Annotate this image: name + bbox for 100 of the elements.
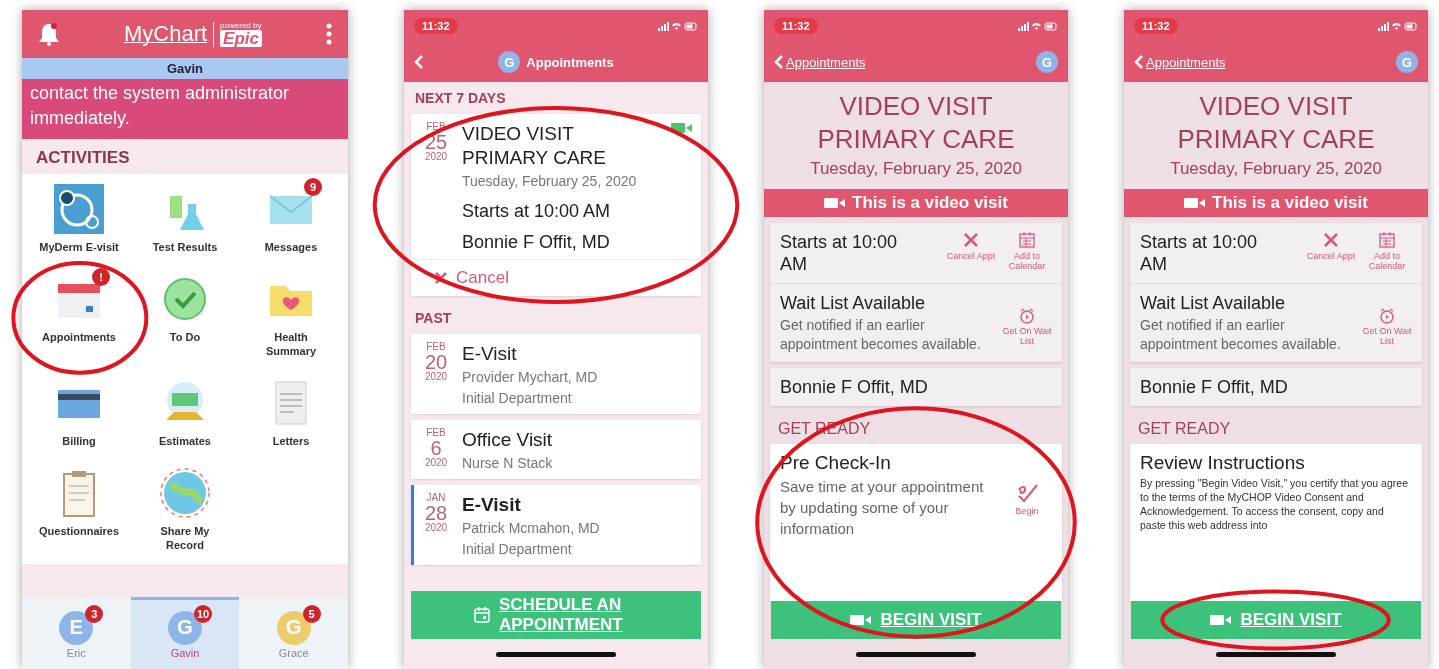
date-month: FEB — [426, 342, 446, 352]
task-description: By pressing "Begin Video Visit," you certify that you agree to the terms of the MyCHOP Video Consent and Acknowledgement. To access the consent, copy and paste this web address into — [1140, 476, 1409, 532]
brand-logo: Epic — [220, 29, 262, 47]
activity-label[interactable]: Health Summary — [251, 330, 331, 358]
calendar-icon — [1378, 231, 1396, 249]
task-title: Review Instructions — [1140, 452, 1306, 474]
action-link[interactable]: Add to Calendar — [1362, 231, 1412, 271]
video-camera-icon — [824, 197, 847, 209]
calendar-icon — [473, 606, 491, 624]
activity-label[interactable]: Questionnaires — [39, 524, 119, 538]
date-year: 2020 — [424, 523, 448, 533]
date-year: 2020 — [424, 372, 448, 382]
cancel-link[interactable]: Cancel — [414, 259, 701, 296]
date-year: 2020 — [424, 152, 448, 162]
status-icons — [658, 20, 698, 32]
task-description: Save time at your appointment by updating some of your information — [780, 477, 985, 539]
app-logo-name: MyChart — [124, 21, 208, 47]
activity-label[interactable]: Test Results — [145, 240, 225, 254]
begin-link[interactable]: Begin — [1002, 482, 1052, 516]
task-card[interactable] — [1130, 444, 1422, 601]
activity-label[interactable]: Estimates — [145, 434, 225, 448]
video-visit-banner: This is a video visit — [1124, 189, 1428, 217]
back-link[interactable]: Appointments — [774, 54, 866, 70]
bell-icon[interactable] — [38, 22, 60, 46]
waitlist-title: Wait List Available — [1140, 292, 1287, 314]
globe-icon — [158, 466, 212, 520]
provider-name: Bonnie F Offit, MD — [780, 376, 928, 398]
activity-label[interactable]: Appointments — [39, 330, 119, 344]
back-chevron-icon — [1134, 54, 1144, 70]
notification-badge: 9 — [304, 178, 322, 196]
activity-label[interactable]: MyDerm E-visit — [39, 240, 119, 254]
status-time: 11:32 — [414, 18, 458, 34]
back-chevron-icon[interactable] — [414, 54, 424, 70]
action-link[interactable]: Cancel Appt — [946, 231, 996, 261]
provider-name: Bonnie F Offit, MD — [462, 232, 611, 253]
notification-badge: ! — [92, 268, 110, 286]
logo-tagline: powered by — [220, 21, 262, 30]
status-time: 11:32 — [774, 18, 818, 34]
appointment-detail: Provider Mychart, MD — [462, 368, 599, 387]
activity-label[interactable]: Share My Record — [145, 524, 225, 552]
appointment-time: Starts at 10:00 AM — [462, 201, 612, 222]
close-icon — [434, 271, 448, 285]
activity-label[interactable]: Billing — [39, 434, 119, 448]
appointment-title: Office Visit — [462, 428, 554, 452]
alarm-clock-icon — [1379, 308, 1395, 324]
date-month: JAN — [426, 493, 446, 503]
action-link[interactable]: Cancel Appt — [1306, 231, 1356, 261]
appointment-detail: Nurse N Stack — [462, 454, 554, 473]
notification-badge: 3 — [85, 604, 104, 623]
start-time: Starts at 10:00 AM — [780, 231, 899, 275]
activity-label[interactable]: Letters — [251, 434, 331, 448]
provider-name: Bonnie F Offit, MD — [1140, 376, 1288, 398]
status-icons — [1018, 20, 1058, 32]
activity-label[interactable]: To Do — [145, 330, 225, 344]
visit-title: VIDEO VISIT PRIMARY CARE — [1176, 90, 1376, 156]
back-chevron-icon — [774, 54, 784, 70]
visit-date: Tuesday, February 25, 2020 — [1170, 159, 1382, 179]
video-visit-banner: This is a video visit — [764, 189, 1068, 217]
account-tab[interactable]: E 3 Eric — [22, 597, 131, 669]
waitlist-link[interactable]: Get On Wait List — [1362, 308, 1412, 346]
action-link[interactable]: Add to Calendar — [1002, 231, 1052, 271]
section-heading: NEXT 7 DAYS — [414, 89, 507, 108]
appointment-title: VIDEO VISIT PRIMARY CARE — [462, 122, 607, 170]
date-year: 2020 — [424, 458, 448, 468]
video-camera-icon — [850, 614, 873, 626]
date-day: 6 — [430, 438, 442, 458]
start-time: Starts at 10:00 AM — [1140, 231, 1259, 275]
alarm-clock-icon — [1019, 308, 1035, 324]
status-time: 11:32 — [1134, 18, 1178, 34]
date-day: 28 — [424, 503, 448, 523]
calendar-icon — [1018, 231, 1036, 249]
profile-name-bar: Gavin — [22, 58, 348, 79]
appointment-detail: Tuesday, February 25, 2020 — [462, 172, 638, 191]
waitlist-title: Wait List Available — [780, 292, 927, 314]
waitlist-description: Get notified if an earlier appointment becomes available. — [1140, 316, 1342, 354]
date-month: FEB — [426, 428, 446, 438]
notification-badge: 5 — [302, 604, 321, 623]
section-heading: PAST — [414, 309, 453, 328]
status-icons — [1378, 20, 1418, 32]
signature-check-icon — [1015, 482, 1039, 504]
account-tab[interactable]: G 5 Grace — [239, 597, 348, 669]
visit-title: VIDEO VISIT PRIMARY CARE — [816, 90, 1016, 156]
section-heading: ACTIVITIES — [22, 139, 348, 174]
menu-icon[interactable] — [326, 23, 332, 45]
back-link[interactable]: Appointments — [1134, 54, 1226, 70]
appointment-detail: Initial Department — [462, 540, 573, 559]
appointment-title: E-Visit — [462, 342, 518, 366]
close-icon — [1322, 231, 1340, 249]
notification-badge: 10 — [194, 604, 212, 623]
waitlist-link[interactable]: Get On Wait List — [1002, 308, 1052, 346]
waitlist-description: Get notified if an earlier appointment becomes available. — [780, 316, 982, 354]
screen-title: Appointments — [526, 54, 614, 70]
date-day: 20 — [424, 352, 448, 372]
video-camera-icon — [1184, 197, 1207, 209]
account-tab[interactable]: G 10 Gavin — [130, 597, 240, 669]
activity-label[interactable]: Messages — [251, 240, 331, 254]
visit-date: Tuesday, February 25, 2020 — [810, 159, 1022, 179]
section-heading: GET READY — [1137, 419, 1232, 438]
video-camera-icon — [671, 122, 693, 134]
close-icon — [962, 231, 980, 249]
